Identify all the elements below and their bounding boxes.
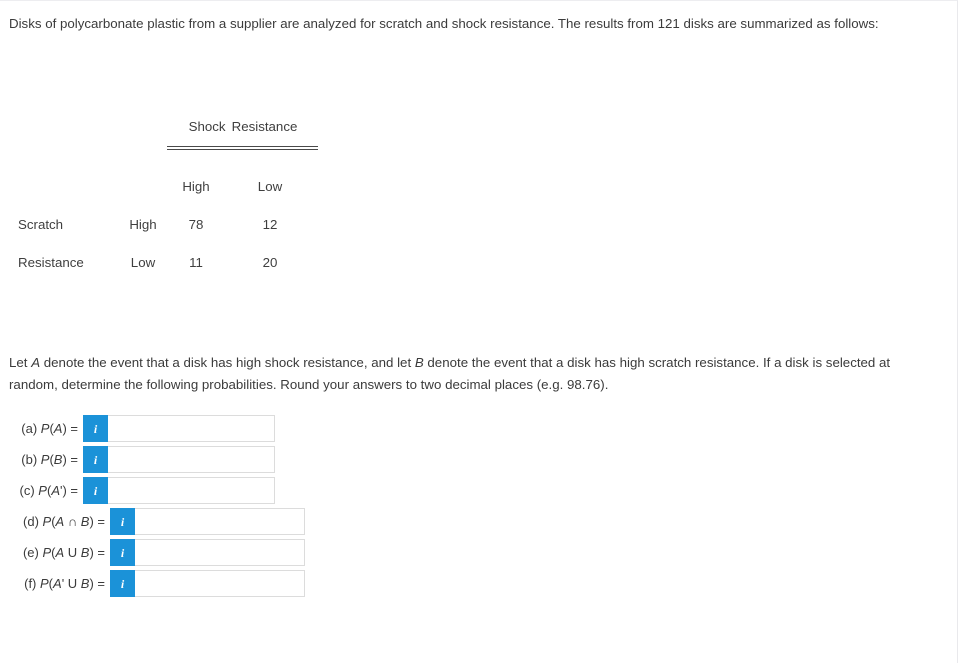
column-header-low: Low	[257, 179, 283, 194]
prompt-part-1: Let	[9, 355, 32, 370]
answer-input-a[interactable]	[108, 415, 275, 442]
question-prompt: Let A denote the event that a disk has h…	[9, 352, 939, 396]
answer-row-d: (d) P(A ∩ B) = i	[0, 506, 420, 537]
table-supertitle: Shock Resistance	[167, 119, 319, 134]
info-icon[interactable]: i	[110, 508, 135, 535]
cell-high-low: 12	[262, 217, 278, 232]
info-icon[interactable]: i	[83, 415, 108, 442]
answer-input-f[interactable]	[135, 570, 305, 597]
problem-statement: Disks of polycarbonate plastic from a su…	[9, 16, 879, 31]
event-variable-a: A	[31, 355, 41, 370]
cell-high-high: 78	[188, 217, 204, 232]
answer-label-b: (b) P(B) =	[21, 452, 78, 467]
cell-low-high: 11	[189, 255, 203, 270]
info-icon[interactable]: i	[83, 446, 108, 473]
table-supertitle-resistance: Resistance	[231, 119, 298, 134]
answer-input-d[interactable]	[135, 508, 305, 535]
answer-row-a: (a) P(A) = i	[0, 413, 420, 444]
answer-label-e: (e) P(A U B) =	[22, 545, 105, 560]
row-header-high: High	[129, 217, 157, 232]
question-page: Disks of polycarbonate plastic from a su…	[0, 0, 958, 663]
row-stub-resistance: Resistance	[18, 255, 84, 270]
answer-list: (a) P(A) = i (b) P(B) = i (c) P(A') = i …	[0, 413, 420, 599]
table-supertitle-shock: Shock	[188, 119, 226, 134]
info-icon[interactable]: i	[83, 477, 108, 504]
answer-label-a: (a) P(A) =	[21, 421, 78, 436]
answer-row-e: (e) P(A U B) = i	[0, 537, 420, 568]
answer-input-b[interactable]	[108, 446, 275, 473]
answer-row-f: (f) P(A' U B) = i	[0, 568, 420, 599]
table-double-rule	[167, 146, 318, 150]
cell-low-low: 20	[262, 255, 278, 270]
row-stub-scratch: Scratch	[18, 217, 64, 232]
answer-input-e[interactable]	[135, 539, 305, 566]
answer-label-c: (c) P(A') =	[19, 483, 78, 498]
prompt-part-2: denote the event that a disk has high sh…	[40, 355, 415, 370]
answer-row-b: (b) P(B) = i	[0, 444, 420, 475]
answer-label-d: (d) P(A ∩ B) =	[23, 514, 105, 529]
row-header-low: Low	[130, 255, 156, 270]
event-variable-b: B	[414, 355, 424, 370]
answer-input-c[interactable]	[108, 477, 275, 504]
answer-label-f: (f) P(A' U B) =	[24, 576, 105, 591]
column-header-high: High	[182, 179, 210, 194]
info-icon[interactable]: i	[110, 570, 135, 597]
answer-row-c: (c) P(A') = i	[0, 475, 420, 506]
page-right-gutter	[959, 0, 968, 663]
info-icon[interactable]: i	[110, 539, 135, 566]
